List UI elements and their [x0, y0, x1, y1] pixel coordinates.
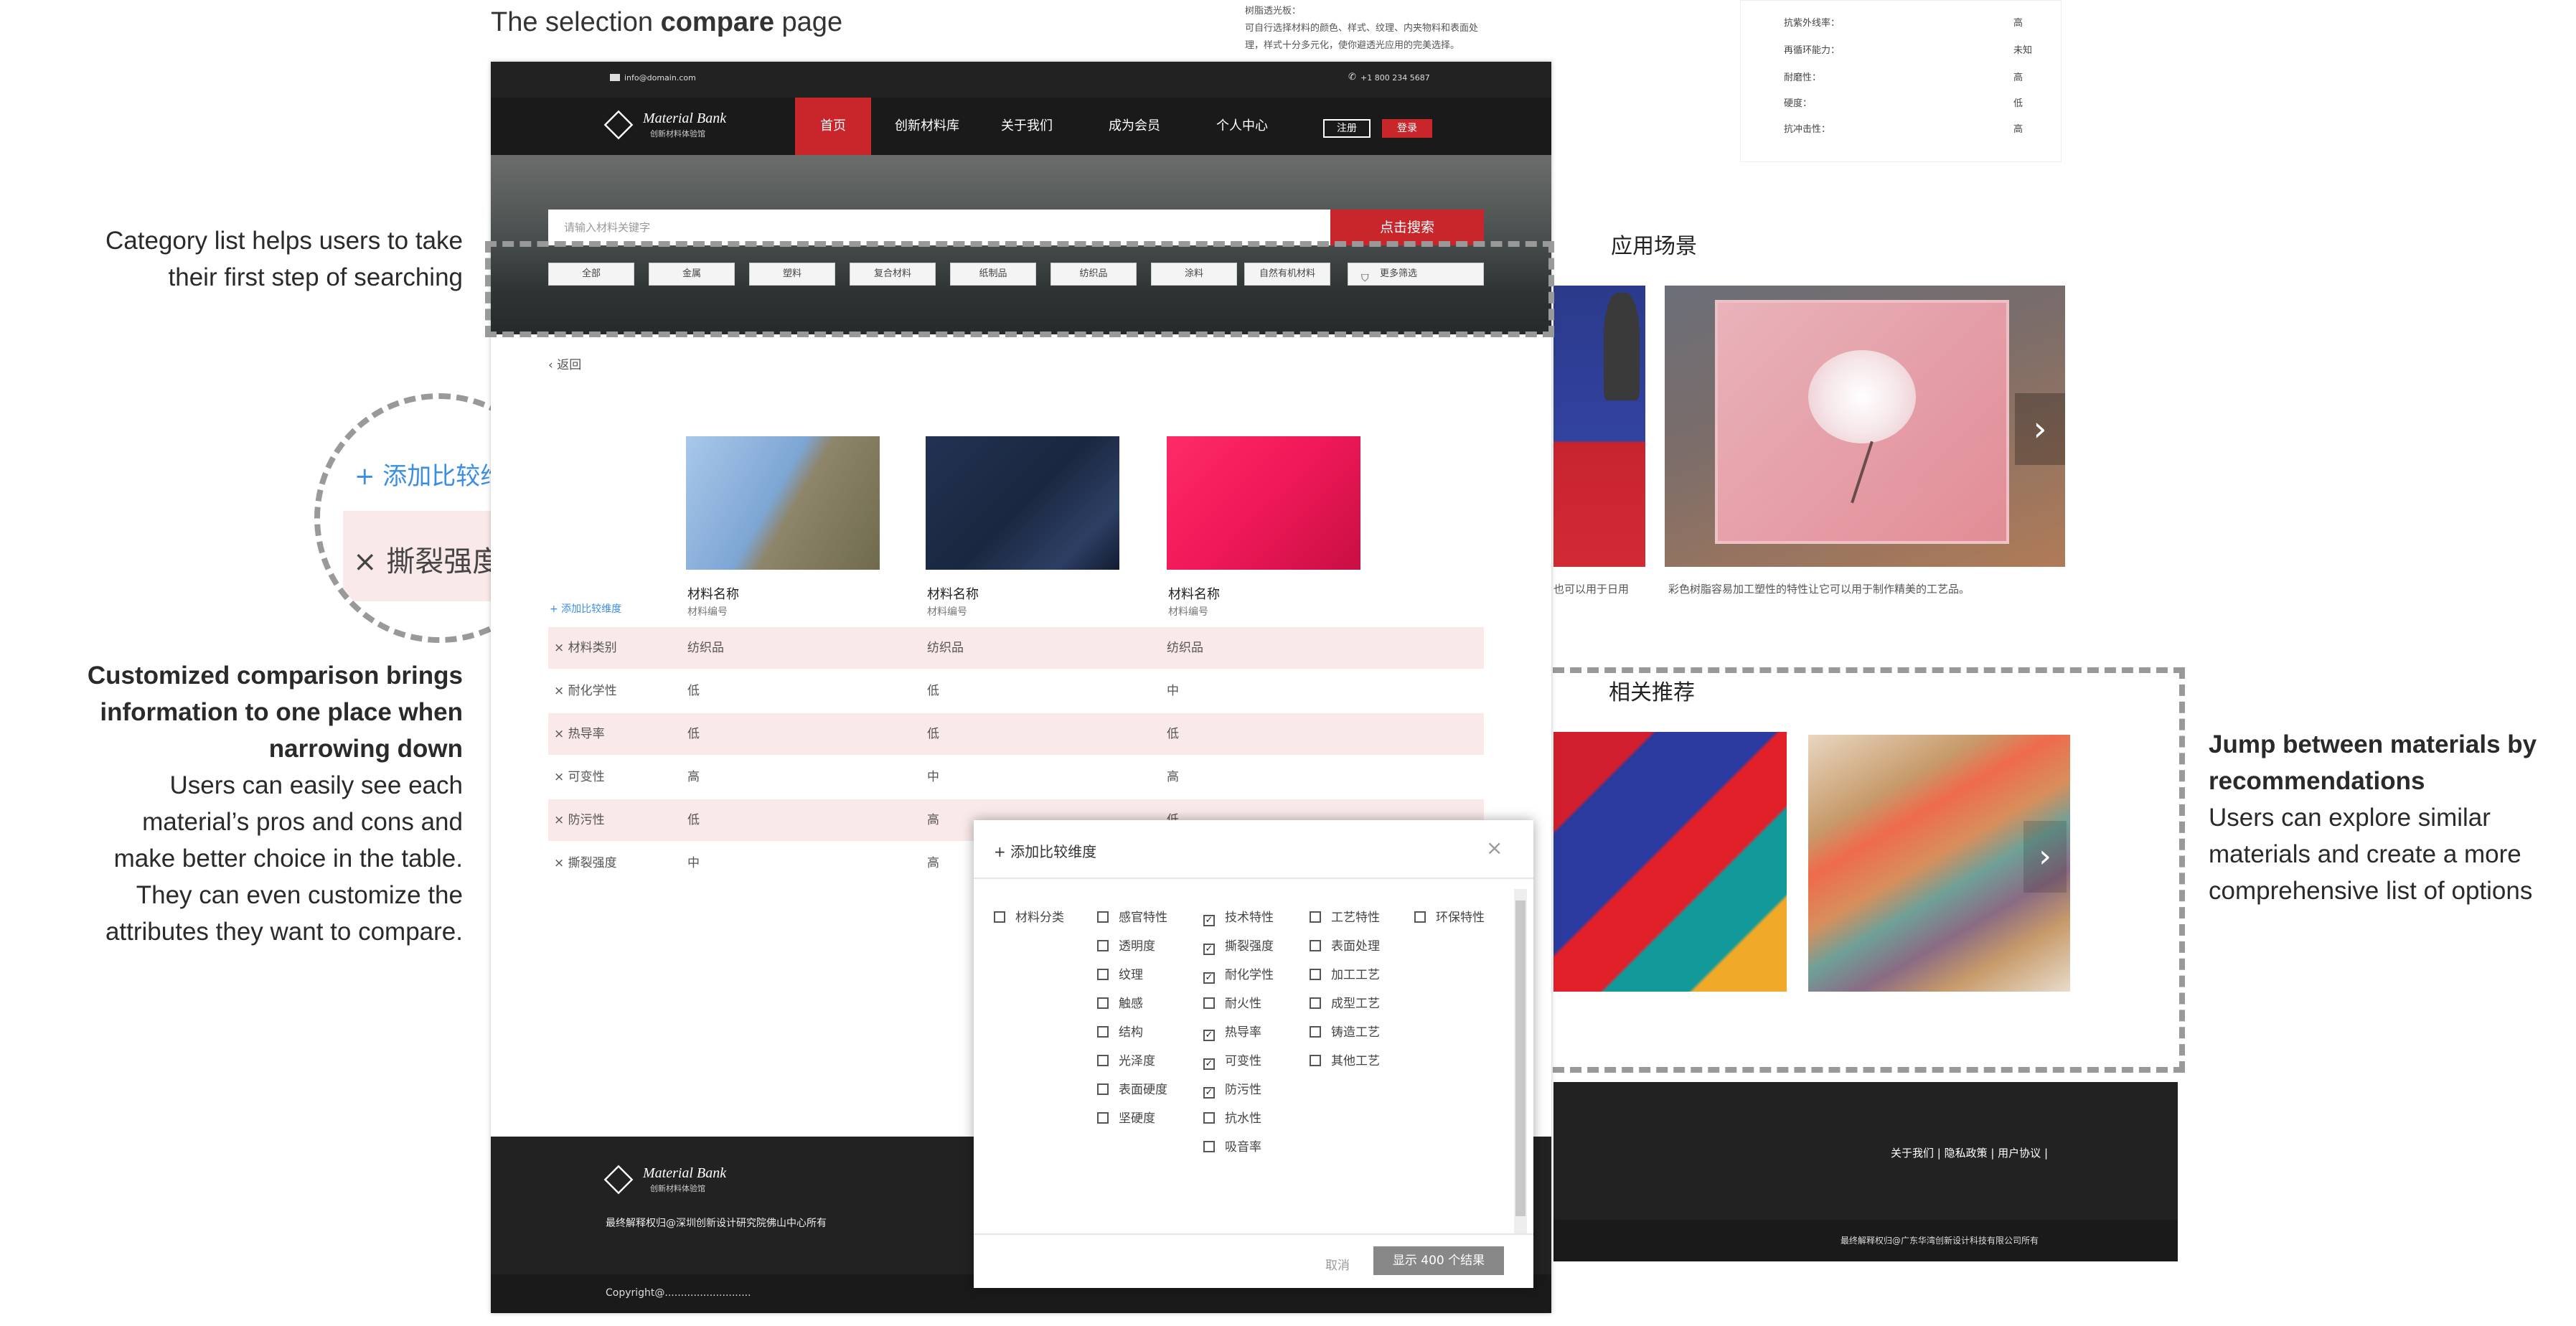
right-footer-bottom: 最终解释权归@广东华湾创新设计科技有限公司所有 — [1553, 1220, 2178, 1261]
top-contact-bar: info@domain.com ✆ +1 800 234 5687 — [491, 62, 1551, 98]
search-input[interactable]: 请输入材料关键字 — [548, 210, 1330, 245]
product-name-3: 材料名称 — [1168, 587, 1220, 602]
annotation-customized: Customized comparison brings information… — [87, 662, 463, 946]
category-highlight — [485, 241, 1554, 337]
scene-caption-left: 也可以用于日用 — [1553, 583, 1630, 596]
checkbox-forming[interactable]: 成型工艺 — [1310, 997, 1380, 1011]
nav-material-library[interactable]: 创新材料库 — [884, 98, 970, 155]
checkbox-tear-strength[interactable]: ✓ 撕裂强度 — [1203, 939, 1274, 955]
checkbox-structure[interactable]: 结构 — [1097, 1025, 1143, 1040]
scene-image-left — [1553, 286, 1645, 567]
carousel-next-icon[interactable]: › — [2015, 393, 2065, 465]
checkbox-process[interactable]: 工艺特性 — [1310, 911, 1380, 925]
logo-mark-icon — [603, 110, 634, 140]
nav-membership[interactable]: 成为会员 — [1095, 98, 1174, 155]
email-text: info@domain.com — [624, 73, 696, 83]
annotation-jump: Jump between materials by recommendation… — [2209, 730, 2537, 905]
checkbox-water-resistance[interactable]: 抗水性 — [1203, 1111, 1261, 1126]
footer-logo[interactable]: Material Bank 创新材料体验馆 — [603, 1165, 771, 1198]
checkbox-sound-absorption[interactable]: 吸音率 — [1203, 1140, 1261, 1155]
remove-row-button[interactable]: × 撕裂强度 — [554, 842, 617, 884]
checkbox-casting[interactable]: 铸造工艺 — [1310, 1025, 1380, 1040]
remove-row-button[interactable]: × 热导率 — [554, 713, 605, 755]
checkbox-sensory[interactable]: 感官特性 — [1097, 911, 1167, 925]
checkbox-surface-treatment[interactable]: 表面处理 — [1310, 939, 1380, 954]
search-button[interactable]: 点击搜索 — [1330, 210, 1484, 245]
checkbox-gloss[interactable]: 光泽度 — [1097, 1054, 1155, 1068]
footer-copyright: Copyright@........................... — [606, 1287, 751, 1299]
modal-title: + 添加比较维度 — [994, 843, 1097, 860]
nav-personal-center[interactable]: 个人中心 — [1203, 98, 1282, 155]
scene-image-resin-rose: › — [1665, 286, 2065, 567]
checkbox-material-category[interactable]: 材料分类 — [994, 911, 1064, 925]
product-name-1: 材料名称 — [687, 587, 739, 602]
chevron-left-icon: ‹ — [548, 358, 558, 372]
remove-row-button[interactable]: × 材料类别 — [554, 627, 617, 669]
product-code-2: 材料编号 — [927, 606, 967, 618]
checkbox-transparency[interactable]: 透明度 — [1097, 939, 1155, 954]
compare-row: × 耐化学性 低 低 中 — [548, 670, 1484, 712]
right-footer-links[interactable]: 关于我们 | 隐私政策 | 用户协议 | — [1891, 1145, 2048, 1160]
register-button[interactable]: 注册 — [1323, 119, 1371, 138]
checkbox-variability[interactable]: ✓ 可变性 — [1203, 1054, 1261, 1070]
remove-row-button[interactable]: × 耐化学性 — [554, 670, 617, 712]
phone-icon: ✆ — [1348, 72, 1356, 83]
login-button[interactable]: 登录 — [1382, 119, 1432, 138]
checkbox-rigidity[interactable]: 坚硬度 — [1097, 1111, 1155, 1126]
page-title: The selection compare page — [491, 7, 843, 37]
product-image-1[interactable] — [686, 436, 880, 570]
scene-title: 应用场景 — [1611, 234, 1697, 259]
logo[interactable]: Material Bank 创新材料体验馆 — [603, 110, 771, 144]
checkbox-machining[interactable]: 加工工艺 — [1310, 968, 1380, 982]
annotation-category: Category list helps users to take their … — [105, 227, 463, 291]
checkbox-technical[interactable]: ✓ 技术特性 — [1203, 911, 1274, 926]
nav-about[interactable]: 关于我们 — [987, 98, 1066, 155]
checkbox-chemical-resistance[interactable]: ✓ 耐化学性 — [1203, 968, 1274, 984]
compare-row: × 材料类别 纺织品 纺织品 纺织品 — [548, 627, 1484, 669]
logo-title: Material Bank — [643, 110, 727, 126]
remove-row-button[interactable]: × 防污性 — [554, 799, 605, 841]
close-icon[interactable]: × — [1486, 836, 1503, 860]
product-image-3[interactable] — [1167, 436, 1360, 570]
checkbox-surface-hardness[interactable]: 表面硬度 — [1097, 1083, 1167, 1097]
logo-subtitle: 创新材料体验馆 — [650, 129, 705, 138]
checkbox-stain-resistance[interactable]: ✓ 防污性 — [1203, 1083, 1261, 1099]
top-description: 树脂透光板： 可自行选择材料的颜色、样式、纹理、内夹物料和表面处 理，样式十分多… — [1245, 6, 1479, 51]
zoom-tear-label: × 撕裂强度 — [353, 545, 502, 578]
spec-table: 抗紫外线率：高 再循环能力： 未知 耐磨性：高 硬度：低 抗冲击性：高 — [1740, 0, 2062, 162]
scene-caption: 彩色树脂容易加工塑性的特性让它可以用于制作精美的工艺品。 — [1668, 583, 1970, 596]
checkbox-texture[interactable]: 纹理 — [1097, 968, 1143, 982]
checkbox-fire-resistance[interactable]: 耐火性 — [1203, 997, 1261, 1011]
checkbox-eco[interactable]: 环保特性 — [1414, 911, 1485, 925]
checkbox-other-process[interactable]: 其他工艺 — [1310, 1054, 1380, 1068]
compare-row: × 热导率 低 低 低 — [548, 713, 1484, 755]
show-results-button[interactable]: 显示 400 个结果 — [1373, 1246, 1504, 1275]
modal-scrollbar-thumb[interactable] — [1515, 901, 1526, 1216]
footer-rights-note: 最终解释权归@深圳创新设计研究院佛山中心所有 — [606, 1218, 827, 1229]
main-nav: Material Bank 创新材料体验馆 首页 创新材料库 关于我们 成为会员… — [491, 98, 1551, 155]
remove-row-button[interactable]: × 可变性 — [554, 756, 605, 798]
product-name-2: 材料名称 — [927, 587, 979, 602]
add-dimension-modal: + 添加比较维度 × 材料分类 感官特性 透明度 纹理 触感 结构 光泽度 表面… — [974, 820, 1533, 1288]
back-link[interactable]: ‹ 返回 — [548, 354, 581, 372]
add-dimension-link[interactable]: + 添加比较维度 — [550, 601, 621, 616]
right-footer-note: 最终解释权归@广东华湾创新设计科技有限公司所有 — [1841, 1236, 2039, 1246]
email-icon — [610, 74, 620, 81]
product-code-1: 材料编号 — [687, 606, 728, 618]
nav-home[interactable]: 首页 — [795, 98, 871, 155]
product-code-3: 材料编号 — [1168, 606, 1208, 618]
compare-row: × 可变性 高 中 高 — [548, 756, 1484, 798]
checkbox-thermal-conductivity[interactable]: ✓ 热导率 — [1203, 1025, 1261, 1041]
product-image-2[interactable] — [926, 436, 1119, 570]
checkbox-touch[interactable]: 触感 — [1097, 997, 1143, 1011]
recommend-highlight — [1536, 667, 2185, 1073]
logo-mark-icon — [603, 1165, 634, 1195]
phone-text: +1 800 234 5687 — [1360, 73, 1430, 83]
cancel-button[interactable]: 取消 — [1325, 1255, 1350, 1273]
